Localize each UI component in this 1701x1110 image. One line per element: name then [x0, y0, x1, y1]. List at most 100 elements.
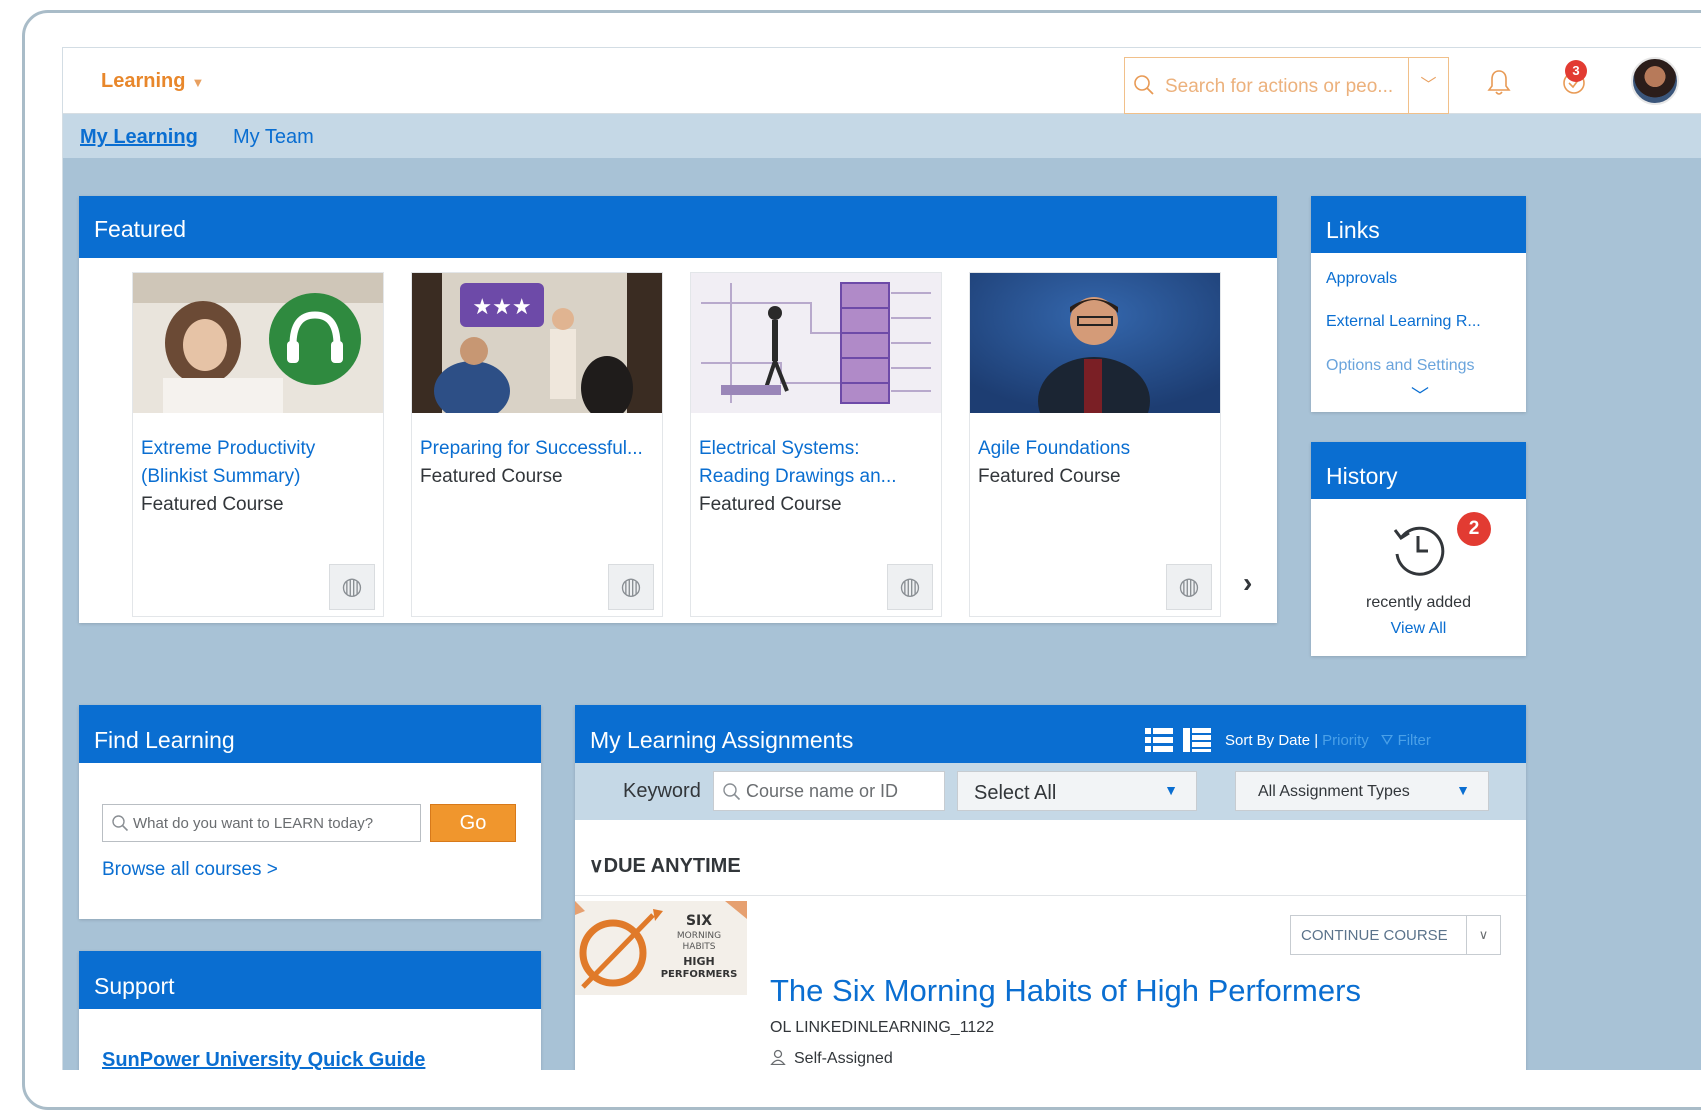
- featured-course-tile[interactable]: Electrical Systems: Reading Drawings an.…: [690, 272, 942, 617]
- globe-icon[interactable]: ◍: [608, 564, 654, 610]
- course-type: Featured Course: [699, 494, 842, 515]
- assignment-course-title[interactable]: The Six Morning Habits of High Performer…: [770, 973, 1361, 1009]
- notification-count-badge: 3: [1565, 60, 1587, 82]
- thumb-text-high: HIGH: [683, 955, 715, 968]
- user-avatar[interactable]: [1631, 57, 1679, 105]
- quick-guide-link[interactable]: SunPower University Quick Guide: [102, 1049, 425, 1070]
- caret-down-icon: ▼: [1456, 782, 1470, 798]
- status-select[interactable]: Select All ▼: [957, 771, 1197, 811]
- course-thumbnail: [970, 273, 1220, 413]
- globe-icon[interactable]: ◍: [887, 564, 933, 610]
- support-card: Support SunPower University Quick Guide: [79, 951, 541, 1070]
- course-thumbnail: SIX MORNING HABITS HIGH PERFORMERS: [575, 901, 747, 995]
- course-title: Preparing for Successful... Featured Cou…: [420, 435, 656, 491]
- course-title: Extreme Productivity (Blinkist Summary) …: [141, 435, 377, 519]
- course-title-text: Electrical Systems: Reading Drawings an.…: [699, 438, 897, 487]
- thumb-text-morning: MORNING: [677, 931, 721, 941]
- course-type: Featured Course: [978, 466, 1121, 487]
- list-view-icon[interactable]: [1145, 727, 1173, 753]
- course-title-text: Preparing for Successful...: [420, 438, 643, 459]
- link-approvals[interactable]: Approvals: [1326, 270, 1397, 288]
- sort-by-date[interactable]: Sort By Date |: [1225, 732, 1318, 749]
- due-anytime-group-toggle[interactable]: ∨DUE ANYTIME: [589, 853, 741, 878]
- go-button[interactable]: Go: [430, 804, 516, 842]
- search-icon: [112, 815, 129, 832]
- detail-view-icon[interactable]: [1183, 727, 1211, 753]
- globe-icon[interactable]: ◍: [1166, 564, 1212, 610]
- search-icon: [723, 783, 741, 801]
- link-options-settings[interactable]: Options and Settings: [1326, 357, 1475, 375]
- course-title-text: Extreme Productivity (Blinkist Summary): [141, 438, 316, 487]
- find-learning-title: Find Learning: [79, 705, 541, 763]
- thumb-text-six: SIX: [686, 913, 712, 929]
- assignments-filter-bar: Keyword Course name or ID Select All ▼ A…: [575, 763, 1526, 820]
- find-learning-card: Find Learning What do you want to LEARN …: [79, 705, 541, 919]
- history-view-all-link[interactable]: View All: [1311, 620, 1526, 638]
- support-title: Support: [79, 951, 541, 1009]
- caret-down-icon: ▼: [1164, 782, 1178, 798]
- featured-title: Featured: [79, 196, 1277, 258]
- keyword-label: Keyword: [623, 780, 701, 802]
- assignment-source-label: Self-Assigned: [794, 1050, 893, 1067]
- sub-navigation: My Learning My Team: [63, 114, 1701, 158]
- course-thumbnail: [691, 273, 941, 413]
- history-clock-icon: [1393, 526, 1445, 576]
- app-title-menu[interactable]: Learning ▼: [101, 70, 204, 93]
- links-card: Links Approvals External Learning R... O…: [1311, 196, 1526, 412]
- search-icon: [1134, 75, 1154, 95]
- chevron-down-icon: ﹀: [1420, 77, 1437, 94]
- continue-course-label: CONTINUE COURSE: [1301, 927, 1448, 944]
- tab-my-team[interactable]: My Team: [233, 126, 314, 149]
- featured-card: Featured Extreme Productivity (Blinkist …: [79, 196, 1277, 623]
- assignment-course-code: OL LINKEDINLEARNING_1122: [770, 1019, 995, 1036]
- featured-course-tile[interactable]: Agile Foundations Featured Course ◍: [969, 272, 1221, 617]
- user-icon: [770, 1049, 786, 1065]
- featured-course-tile[interactable]: ★★★ Preparing for Successful... Featured…: [411, 272, 663, 617]
- featured-course-tile[interactable]: Extreme Productivity (Blinkist Summary) …: [132, 272, 384, 617]
- course-title: Agile Foundations Featured Course: [978, 435, 1214, 491]
- shell-bar: Learning ▼ Search for actions or peo... ﹀…: [63, 48, 1701, 114]
- learning-app: Learning ▼ Search for actions or peo... ﹀…: [62, 47, 1701, 1070]
- thumb-text-habits: HABITS: [683, 942, 716, 952]
- course-thumbnail: [133, 273, 383, 413]
- filter-button[interactable]: ⛛ Filter: [1381, 732, 1431, 749]
- search-placeholder: Search for actions or peo...: [1165, 76, 1394, 97]
- sort-by-priority[interactable]: Priority: [1322, 732, 1369, 749]
- link-external-learning[interactable]: External Learning R...: [1326, 313, 1481, 331]
- assignments-toolbar: Sort By Date | Priority ⛛ Filter: [1145, 727, 1431, 755]
- caret-down-icon: ▼: [191, 75, 205, 90]
- filter-icon: ⛛: [1380, 731, 1394, 749]
- svg-text:★★★: ★★★: [472, 295, 531, 320]
- search-scope-dropdown[interactable]: ﹀: [1408, 58, 1448, 113]
- learning-assignments-card: My Learning Assignments Sort By Date | Pr…: [575, 705, 1526, 1070]
- chevron-down-icon[interactable]: ∨: [1466, 916, 1500, 954]
- learn-search-placeholder: What do you want to LEARN today?: [133, 815, 374, 832]
- course-title-text: Agile Foundations: [978, 438, 1131, 459]
- assignment-type-value: All Assignment Types: [1258, 783, 1410, 800]
- course-type: Featured Course: [420, 466, 563, 487]
- thumb-text-performers: PERFORMERS: [661, 969, 738, 980]
- history-title: History: [1311, 442, 1526, 499]
- learn-search-input[interactable]: What do you want to LEARN today?: [102, 804, 421, 842]
- divider: [575, 895, 1526, 896]
- notifications-button[interactable]: 3: [1559, 60, 1589, 96]
- assignment-source: Self-Assigned: [770, 1049, 893, 1068]
- bell-icon[interactable]: [1487, 68, 1511, 96]
- global-search[interactable]: Search for actions or peo... ﹀: [1124, 57, 1449, 114]
- globe-icon[interactable]: ◍: [329, 564, 375, 610]
- tab-my-learning[interactable]: My Learning: [80, 126, 198, 149]
- assignment-type-select[interactable]: All Assignment Types ▼: [1235, 771, 1489, 811]
- browse-all-courses-link[interactable]: Browse all courses >: [102, 859, 278, 881]
- group-label: DUE ANYTIME: [603, 855, 741, 877]
- chevron-down-icon: ∨: [589, 855, 604, 877]
- chevron-right-icon[interactable]: ›: [1243, 567, 1252, 599]
- keyword-placeholder: Course name or ID: [746, 781, 899, 801]
- filter-label: Filter: [1397, 731, 1431, 749]
- course-thumbnail: ★★★: [412, 273, 662, 413]
- course-type: Featured Course: [141, 494, 284, 515]
- chevron-down-icon[interactable]: ﹀: [1411, 382, 1429, 408]
- continue-course-button[interactable]: CONTINUE COURSE ∨: [1290, 915, 1501, 955]
- status-select-value: Select All: [974, 782, 1057, 804]
- history-label: recently added: [1366, 594, 1471, 611]
- keyword-input[interactable]: Course name or ID: [713, 771, 945, 811]
